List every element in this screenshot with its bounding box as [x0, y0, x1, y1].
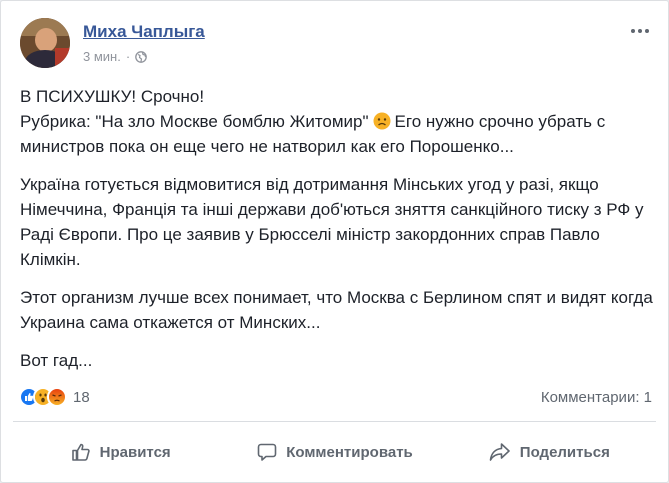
post-card: Миха Чаплыга 3 мин. · В ПСИХУШКУ! Срочно…: [0, 0, 669, 483]
comments-count-link[interactable]: Комментарии: 1: [541, 389, 652, 406]
like-button[interactable]: Нравится: [13, 422, 227, 482]
post-time[interactable]: 3 мин.: [83, 49, 121, 64]
more-dot: [645, 29, 649, 33]
paragraph-line: В ПСИХУШКУ! Срочно!: [20, 87, 205, 106]
reaction-count: 18: [73, 388, 90, 406]
thumbs-up-icon: [71, 443, 90, 461]
reactions-summary[interactable]: 18: [19, 387, 90, 407]
more-options-button[interactable]: [627, 21, 653, 41]
globe-icon[interactable]: [135, 50, 148, 63]
comment-button[interactable]: Комментировать: [227, 422, 441, 482]
share-button-label: Поделиться: [519, 443, 610, 461]
angry-icon: [47, 387, 67, 407]
post-paragraph-1: В ПСИХУШКУ! Срочно! Рубрика: "На зло Мос…: [20, 84, 656, 159]
more-dot: [638, 29, 642, 33]
share-arrow-icon: [489, 443, 510, 461]
comment-bubble-icon: [257, 443, 277, 461]
like-button-label: Нравится: [99, 443, 171, 461]
action-bar: Нравится Комментировать Поделиться: [13, 422, 656, 482]
post-paragraph-3: Этот организм лучше всех понимает, что М…: [20, 288, 653, 332]
author-avatar[interactable]: [20, 18, 70, 68]
post-paragraph-2: Україна готується відмовитися від дотрим…: [20, 175, 644, 269]
author-name[interactable]: Миха Чаплыга: [83, 22, 205, 42]
post-paragraph-4: Вот гад...: [20, 351, 93, 370]
post-meta: 3 мин. ·: [83, 49, 148, 64]
paragraph-line: Рубрика: "На зло Москве бомблю Житомир": [20, 112, 369, 131]
post-text: В ПСИХУШКУ! Срочно! Рубрика: "На зло Мос…: [20, 84, 656, 386]
more-dot: [631, 29, 635, 33]
share-button[interactable]: Поделиться: [442, 422, 656, 482]
frowning-face-icon: [373, 112, 391, 130]
meta-separator: ·: [125, 49, 131, 64]
comment-button-label: Комментировать: [286, 443, 413, 461]
